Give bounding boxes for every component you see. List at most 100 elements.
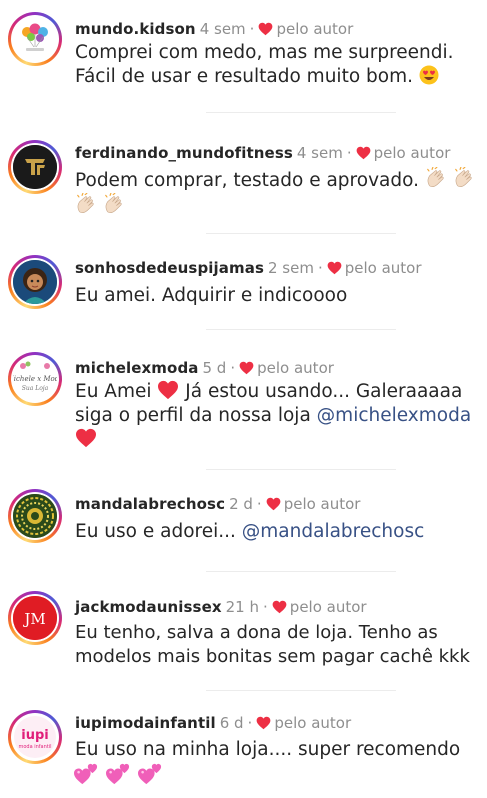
separator-dot: · [230,359,236,377]
liked-by-author-label: pelo autor [289,598,367,616]
comment-meta: mundo.kidson 4 sem · pelo autor [75,19,353,39]
comment-text: Eu tenho, salva a dona de loja. Tenho as… [75,621,487,669]
heart-icon[interactable] [256,716,271,730]
avatar: iupi moda infantil [13,715,57,759]
avatar [13,145,57,189]
avatar-initials: JM [22,610,45,628]
jm-logo-icon: JM [13,596,57,640]
comment-line: Podem comprar, testado e aprovado. [75,167,485,193]
comment-line-text: siga o perfil da nossa loja [75,405,311,426]
comment-item: mandalabrechosc 2 d · pelo autor Eu uso e a… [0,475,487,575]
heart-icon[interactable] [266,497,281,511]
comment-username[interactable]: ferdinando_mundofitness [75,144,293,162]
comment-time: 21 h [225,598,260,616]
cartoon-girl-avatar-icon [13,260,57,304]
avatar-ring[interactable]: JM [8,591,62,645]
comment-time: 2 sem [267,259,314,277]
clapping-hands-emoji-icon [103,193,125,215]
fitness-logo-icon [13,145,57,189]
mention-link[interactable]: @michelexmoda [317,405,472,426]
heart-icon[interactable] [327,261,342,275]
comment-text: Comprei com medo, mas me surpreendi. Fác… [75,41,485,89]
comment-meta: ferdinando_mundofitness 4 sem · pelo autor [75,143,450,163]
separator-dot: · [346,144,352,162]
avatar [13,494,57,538]
separator-dot: · [263,598,268,616]
divider [206,690,396,691]
avatar-ring[interactable] [8,489,62,543]
liked-by-author-label: pelo autor [257,359,334,377]
comment-meta: michelexmoda 5 d · pelo autor [75,358,334,378]
avatar-sub-text: Sua Loja [22,385,49,392]
separator-dot: · [247,714,253,732]
comment-item: JM jackmodaunissex 21 h · pelo autor Eu ten… [0,578,487,691]
comment-username[interactable]: iupimodainfantil [75,714,216,732]
comment-item: Michele x Moda Sua Loja michelexmoda5 d·… [0,344,487,472]
comment-text: Podem comprar, testado e aprovado. [75,167,485,219]
avatar [13,17,57,61]
divider [206,571,396,572]
comment-line: Eu tenho, salva a dona de loja. Tenho as [75,622,438,643]
comment-username[interactable]: jackmodaunissex [75,598,222,616]
avatar [13,260,57,304]
heart-eyes-emoji-icon [419,65,439,85]
store-logo-icon: Michele x Moda Sua Loja [13,361,57,392]
comment-line: Fácil de usar e resultado muito bom. [75,65,485,89]
avatar-brand-text: iupi [21,728,48,743]
comment-text: Eu uso e adorei... @mandalabrechosc [75,520,485,544]
comment-time: 4 sem [199,20,246,38]
comment-time: 4 sem [296,144,343,162]
avatar-ring[interactable]: iupi moda infantil [8,710,62,764]
avatar-sub-text: moda infantil [18,744,51,750]
divider [206,329,396,330]
comment-line [75,193,485,219]
heart-icon[interactable] [356,146,371,160]
liked-by-author-label: pelo autor [283,495,361,513]
comment-line: Eu uso na minha loja.... super recomendo [75,739,461,760]
comment-text: Eu amei. Adquirir e indicoooo [75,284,485,308]
separator-dot: · [249,20,255,38]
clapping-hands-emoji-icon [75,193,97,215]
comment-line-text: Podem comprar, testado e aprovado. [75,170,419,191]
iupi-logo-icon: iupi moda infantil [14,716,56,758]
red-heart-emoji-icon [157,380,179,400]
comment-username[interactable]: michelexmoda [75,359,199,377]
comment-item: ferdinando_mundofitness 4 sem · pelo autor … [0,132,487,244]
heart-icon[interactable] [272,600,287,614]
separator-dot: · [256,495,262,513]
comment-line: siga o perfil da nossa loja @michelexmod… [75,404,485,428]
comment-username[interactable]: mandalabrechosc [75,495,225,513]
avatar-ring[interactable] [8,255,62,309]
comment-line-text: Eu Amei [75,381,152,402]
comment-time: 2 d [229,495,253,513]
liked-by-author-label: pelo autor [373,144,451,162]
avatar-ring[interactable] [8,140,62,194]
comment-username[interactable]: mundo.kidson [75,20,196,38]
comment-meta: jackmodaunissex 21 h · pelo autor [75,597,367,617]
comment-line: Eu amei. Adquirir e indicoooo [75,285,348,306]
comment-line: Eu Amei Já estou usando... Galeraaaaa [75,380,485,404]
separator-dot: · [317,259,323,277]
comment-item: sonhosdedeuspijamas 2 sem · pelo autor Eu a… [0,246,487,342]
comment-meta: mandalabrechosc 2 d · pelo autor [75,494,360,514]
two-hearts-emoji-icon [73,762,99,786]
avatar-ring[interactable] [8,12,62,66]
avatar: Michele x Moda Sua Loja [13,357,57,401]
heart-icon[interactable] [258,22,273,36]
mention-link[interactable]: @mandalabrechosc [242,521,425,542]
two-hearts-emoji-icon [137,762,163,786]
heart-icon[interactable] [239,361,254,375]
comment-text: Eu Amei Já estou usando... Galeraaaaa si… [75,380,485,452]
comment-line: Eu uso e adorei... @mandalabrechosc [75,520,485,544]
avatar-ring[interactable]: Michele x Moda Sua Loja [8,352,62,406]
comment-time: 6 d [219,714,244,732]
comment-meta: sonhosdedeuspijamas 2 sem · pelo autor [75,258,422,278]
avatar-script-text: Michele x Moda [13,375,57,383]
balloons-logo-icon [22,23,48,51]
comment-item: iupi moda infantil iupimodainfantil 6 d · p… [0,694,487,798]
liked-by-author-label: pelo autor [344,259,422,277]
avatar: JM [13,596,57,640]
comment-line-text: Eu uso e adorei... [75,521,236,542]
comment-username[interactable]: sonhosdedeuspijamas [75,259,264,277]
red-heart-emoji-icon [75,428,97,448]
